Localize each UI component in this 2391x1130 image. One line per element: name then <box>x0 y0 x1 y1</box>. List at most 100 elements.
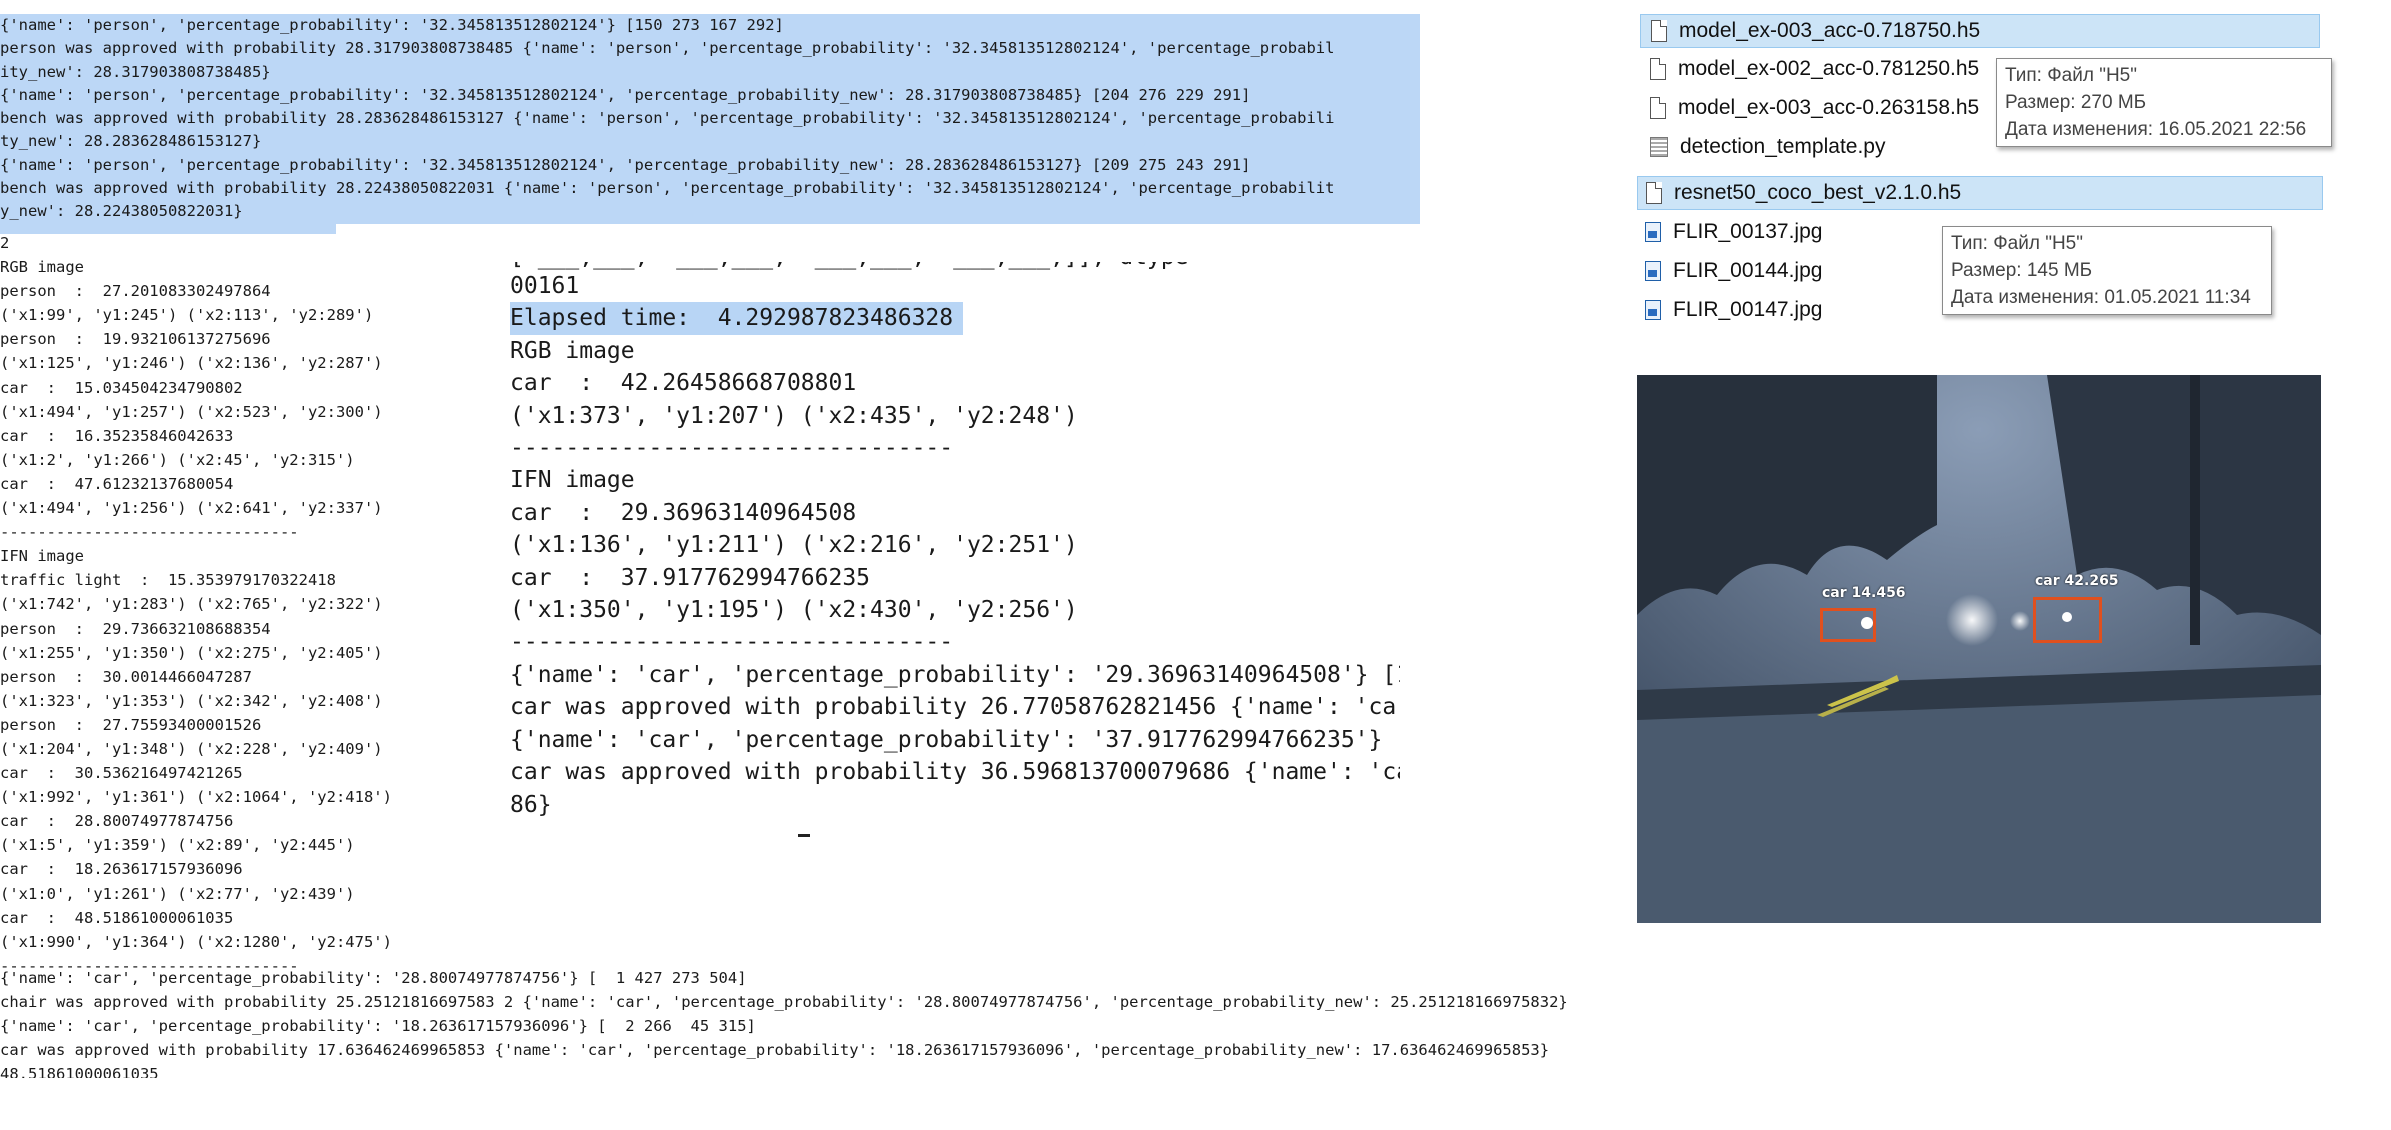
python-file-icon <box>1650 137 1668 157</box>
console-line: car : 18.263617157936096 <box>0 860 243 879</box>
left-console-output: 2 RGB image person : 27.201083302497864 … <box>0 231 520 978</box>
tooltip-modified: Дата изменения: 01.05.2021 11:34 <box>1951 287 2251 308</box>
streetlight-glow <box>1946 594 1998 646</box>
file-item[interactable]: detection_template.py <box>1640 131 1980 160</box>
console-line: {'name': 'car', 'percentage_probability'… <box>0 1017 756 1035</box>
console-line: ('x1:136', 'y1:211') ('x2:216', 'y2:251'… <box>510 532 1078 559</box>
console-line: RGB image <box>0 258 84 277</box>
elapsed-time-line: Elapsed time: 4.292987823486328 <box>510 302 1400 335</box>
elapsed-time-text: Elapsed time: 4.292987823486328 <box>510 302 964 335</box>
file-name: model_ex-002_acc-0.781250.h5 <box>1678 57 1980 80</box>
file-icon <box>1651 20 1667 42</box>
console-line: car : 30.536216497421265 <box>0 764 243 783</box>
file-name: model_ex-003_acc-0.718750.h5 <box>1679 19 1981 42</box>
night-street-scene <box>1637 375 2321 923</box>
file-properties-tooltip: Тип: Файл "H5" Размер: 145 МБ Дата измен… <box>1942 226 2272 315</box>
console-line: ('x1:99', 'y1:245') ('x2:113', 'y2:289') <box>0 306 374 325</box>
console-line: person : 27.75593400001526 <box>0 715 262 734</box>
file-icon <box>1650 97 1666 119</box>
console-line: chair was approved with probability 25.2… <box>0 993 1568 1011</box>
console-line: ('x1:494', 'y1:256') ('x2:641', 'y2:337'… <box>0 499 383 518</box>
console-line: ('x1:125', 'y1:246') ('x2:136', 'y2:287'… <box>0 354 383 373</box>
console-line: ('x1:0', 'y1:261') ('x2:77', 'y2:439') <box>0 884 355 903</box>
tooltip-size: Размер: 270 МБ <box>2005 92 2147 113</box>
file-icon <box>1646 182 1662 204</box>
detection-label: car 14.456 <box>1822 585 1906 601</box>
console-line: car was approved with probability 26.770… <box>510 694 1400 721</box>
image-file-icon <box>1645 261 1661 281</box>
detection-result-image: car 14.456 car 42.265 <box>1637 375 2321 923</box>
console-line: ('x1:990', 'y1:364') ('x2:1280', 'y2:475… <box>0 932 392 951</box>
console-line: {'name': 'person', 'percentage_probabili… <box>0 85 1251 104</box>
tooltip-modified: Дата изменения: 16.05.2021 22:56 <box>2005 119 2307 140</box>
file-item[interactable]: model_ex-003_acc-0.718750.h5 <box>1640 14 2320 48</box>
file-name: FLIR_00147.jpg <box>1673 298 1823 321</box>
file-item[interactable]: model_ex-002_acc-0.781250.h5 <box>1640 53 1980 85</box>
console-line: {'name': 'car', 'percentage_probability'… <box>510 661 1400 688</box>
file-item[interactable]: resnet50_coco_best_v2.1.0.h5 <box>1637 176 2323 210</box>
console-line: -------------------------------- <box>0 523 299 542</box>
console-line: IFN image <box>0 547 84 566</box>
console-line: ('x1:350', 'y1:195') ('x2:430', 'y2:256'… <box>510 597 1078 624</box>
lamp-post <box>2190 375 2200 645</box>
console-line: car was approved with probability 36.596… <box>510 759 1400 786</box>
console-line: car : 29.36963140964508 <box>510 499 857 526</box>
console-line: person : 30.0014466047287 <box>0 667 252 686</box>
console-line: person was approved with probability 28.… <box>0 39 1335 58</box>
console-line: {'name': 'car', 'percentage_probability'… <box>510 726 1400 753</box>
file-name: model_ex-003_acc-0.263158.h5 <box>1678 96 1980 119</box>
bottom-console-output: {'name': 'car', 'percentage_probability'… <box>0 966 1660 1078</box>
detection-box <box>2033 597 2102 643</box>
console-line: ('x1:373', 'y1:207') ('x2:435', 'y2:248'… <box>510 402 1078 429</box>
console-line: car : 42.26458668708801 <box>510 370 857 397</box>
console-line: bench was approved with probability 28.2… <box>0 109 1335 128</box>
file-name: FLIR_00137.jpg <box>1673 220 1823 243</box>
console-line: {'name': 'person', 'percentage_probabili… <box>0 16 784 34</box>
console-line: ('x1:992', 'y1:361') ('x2:1064', 'y2:418… <box>0 788 392 807</box>
file-item[interactable]: FLIR_00137.jpg <box>1637 216 1937 248</box>
image-file-icon <box>1645 222 1661 242</box>
console-line: {'name': 'person', 'percentage_probabili… <box>0 155 1251 174</box>
console-line: 48.51861000061035 <box>0 1065 159 1078</box>
console-line: bench was approved with probability 28.2… <box>0 179 1335 198</box>
console-line: ('x1:2', 'y1:266') ('x2:45', 'y2:315') <box>0 450 355 469</box>
detection-label: car 42.265 <box>2035 573 2119 589</box>
console-line: ('x1:5', 'y1:359') ('x2:89', 'y2:445') <box>0 836 355 855</box>
console-line: car : 37.917762994766235 <box>510 564 871 591</box>
file-icon <box>1650 58 1666 80</box>
streetlight-glow <box>2010 611 2030 631</box>
file-name: detection_template.py <box>1680 135 1886 158</box>
console-line: person : 27.201083302497864 <box>0 282 271 301</box>
console-line: person : 29.736632108688354 <box>0 619 271 638</box>
file-item[interactable]: model_ex-003_acc-0.263158.h5 <box>1640 92 1980 124</box>
console-line: ('x1:204', 'y1:348') ('x2:228', 'y2:409'… <box>0 739 383 758</box>
middle-console-output: 00161 Elapsed time: 4.292987823486328 RG… <box>510 270 1400 821</box>
file-name: FLIR_00144.jpg <box>1673 259 1823 282</box>
console-line: ('x1:494', 'y1:257') ('x2:523', 'y2:300'… <box>0 402 383 421</box>
console-line: traffic light : 15.353979170322418 <box>0 571 336 590</box>
top-console-output: {'name': 'person', 'percentage_probabili… <box>0 14 1420 224</box>
console-line: car : 47.61232137680054 <box>0 474 234 493</box>
file-properties-tooltip: Тип: Файл "H5" Размер: 270 МБ Дата измен… <box>1996 58 2332 147</box>
console-line: car : 15.034504234790802 <box>0 378 243 397</box>
console-line: RGB image <box>510 337 635 364</box>
file-item[interactable]: FLIR_00144.jpg <box>1637 255 1937 287</box>
console-line: -------------------------------- <box>510 629 954 656</box>
console-line: ty_new': 28.283628486153127} <box>0 132 262 151</box>
console-line: y_new': 28.22438050822031} <box>0 202 243 221</box>
text-cursor <box>798 834 810 837</box>
console-line: -------------------------------- <box>510 435 954 462</box>
console-line: ity_new': 28.317903808738485} <box>0 62 271 81</box>
console-line: 2 <box>0 234 10 252</box>
image-file-icon <box>1645 300 1661 320</box>
console-line: IFN image <box>510 467 635 494</box>
console-line: ('x1:255', 'y1:350') ('x2:275', 'y2:405'… <box>0 643 383 662</box>
console-line: ('x1:323', 'y1:353') ('x2:342', 'y2:408'… <box>0 691 383 710</box>
detection-box <box>1820 608 1876 642</box>
console-line: car : 48.51861000061035 <box>0 908 234 927</box>
console-line: person : 19.932106137275696 <box>0 330 271 349</box>
console-line: car was approved with probability 17.636… <box>0 1041 1550 1059</box>
file-item[interactable]: FLIR_00147.jpg <box>1637 294 1937 326</box>
console-line: car : 16.35235846042633 <box>0 426 234 445</box>
console-line: ('x1:742', 'y1:283') ('x2:765', 'y2:322'… <box>0 595 383 614</box>
